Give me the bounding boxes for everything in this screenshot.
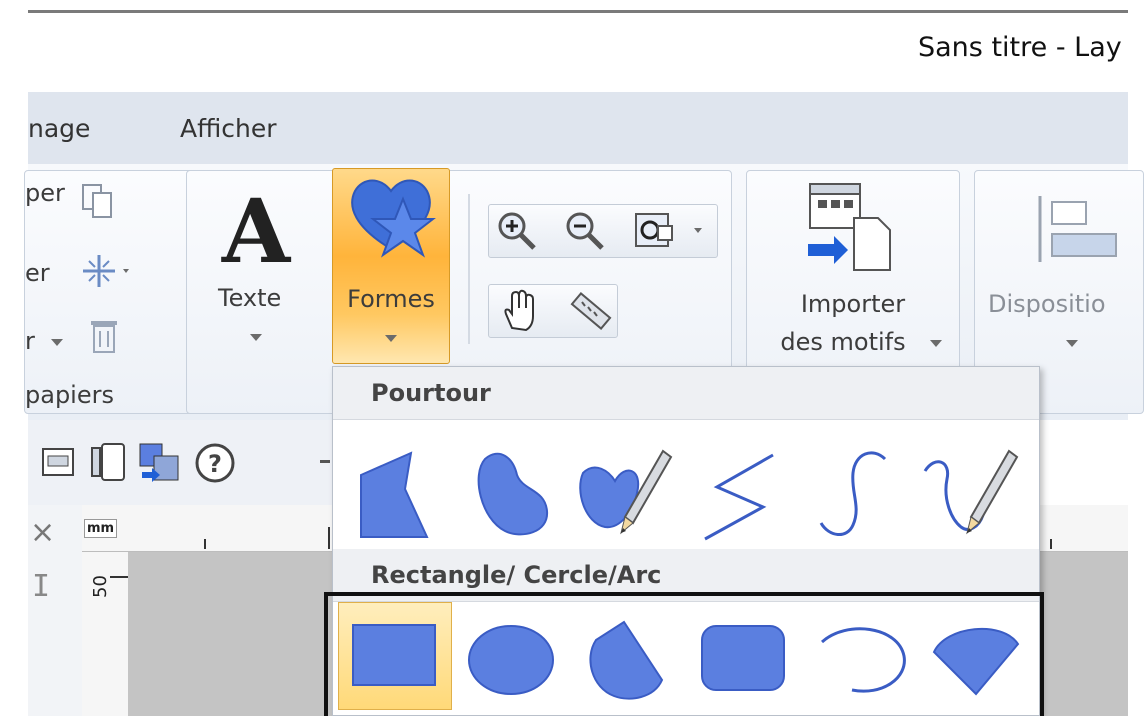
svg-text:?: ? — [208, 450, 222, 478]
ruler-tick — [1050, 539, 1052, 549]
zoom-fit-icon[interactable] — [632, 208, 712, 254]
hand-pan-icon[interactable] — [498, 288, 542, 334]
chevron-down-icon — [250, 334, 262, 341]
ruler-measure-icon[interactable] — [564, 288, 614, 334]
polygon-shape-icon[interactable] — [355, 445, 455, 545]
ribbon-tab-bar: nage Afficher — [28, 92, 1128, 164]
ellipse-shape-icon[interactable] — [466, 622, 556, 698]
tab-afficher[interactable]: Afficher — [180, 114, 277, 143]
ruler-tick — [328, 527, 330, 549]
zoom-in-icon[interactable] — [494, 208, 540, 254]
side-panel: × I — [28, 505, 83, 716]
close-icon[interactable]: × — [30, 515, 55, 550]
clipboard-group-label: papiers — [25, 381, 114, 409]
formes-button[interactable]: Formes — [332, 168, 450, 364]
importer-label-1[interactable]: Importer — [762, 290, 944, 318]
chevron-down-icon — [51, 339, 63, 346]
paste-icon[interactable] — [79, 181, 115, 221]
transfer-icon[interactable] — [138, 442, 182, 484]
sector-shape-icon[interactable] — [584, 618, 668, 704]
cut-button-label[interactable]: er — [25, 259, 50, 287]
freehand-fill-shape-icon[interactable] — [575, 443, 675, 543]
curve-line-shape-icon[interactable] — [803, 445, 903, 545]
heart-star-shapes-icon — [351, 179, 436, 258]
section-pourtour-label: Pourtour — [371, 379, 491, 407]
freehand-line-shape-icon[interactable] — [921, 443, 1021, 543]
import-patterns-icon[interactable] — [800, 178, 900, 276]
ribbon-separator — [468, 194, 470, 344]
window-top-border — [28, 10, 1128, 13]
zoom-out-icon[interactable] — [562, 208, 608, 254]
rounded-rectangle-shape-icon[interactable] — [700, 624, 788, 694]
blob-shape-icon[interactable] — [465, 445, 565, 545]
help-icon[interactable]: ? — [194, 442, 236, 484]
chevron-down-icon — [385, 335, 397, 342]
section-pourtour-header: Pourtour — [333, 367, 1039, 420]
chevron-down-icon — [1066, 340, 1078, 347]
layout-align-icon[interactable] — [1034, 194, 1124, 264]
zigzag-line-shape-icon[interactable] — [693, 445, 793, 545]
disposition-label[interactable]: Dispositio — [988, 290, 1128, 318]
texte-button-label[interactable]: Texte — [218, 284, 281, 312]
chevron-down-icon — [930, 340, 942, 347]
chord-shape-icon[interactable] — [930, 618, 1024, 698]
copy-button-label[interactable]: per — [25, 179, 65, 207]
formes-button-label: Formes — [347, 285, 435, 313]
ruler-tick — [110, 576, 128, 578]
center-icon[interactable] — [81, 251, 137, 291]
text-a-icon[interactable]: A — [216, 190, 296, 270]
svg-text:A: A — [221, 190, 292, 270]
rectangle-shape-button[interactable] — [338, 602, 452, 710]
tab-image[interactable]: nage — [28, 114, 90, 143]
window-title: Sans titre - Lay — [918, 32, 1122, 63]
clipboard-group: per er r papiers — [24, 170, 204, 414]
quick-toolbar: ? — [28, 420, 338, 510]
text-tool-icon[interactable]: I — [32, 569, 50, 604]
importer-label-2[interactable]: des motifs — [752, 328, 934, 356]
toolbar-overflow-icon[interactable] — [320, 460, 330, 463]
ruler-tick — [204, 539, 206, 549]
vertical-ruler: 50 — [82, 552, 129, 716]
arc-shape-icon[interactable] — [816, 622, 910, 698]
page-view-icon[interactable] — [88, 442, 128, 482]
section-rectangle-label: Rectangle/ Cercle/Arc — [371, 561, 662, 589]
paste-button-label[interactable]: r — [25, 327, 35, 355]
rectangle-shape-icon — [352, 624, 436, 686]
trash-icon[interactable] — [87, 313, 121, 357]
ruler-mark: 50 — [90, 575, 111, 598]
card-view-icon[interactable] — [40, 444, 76, 480]
ruler-unit[interactable]: mm — [84, 519, 118, 538]
